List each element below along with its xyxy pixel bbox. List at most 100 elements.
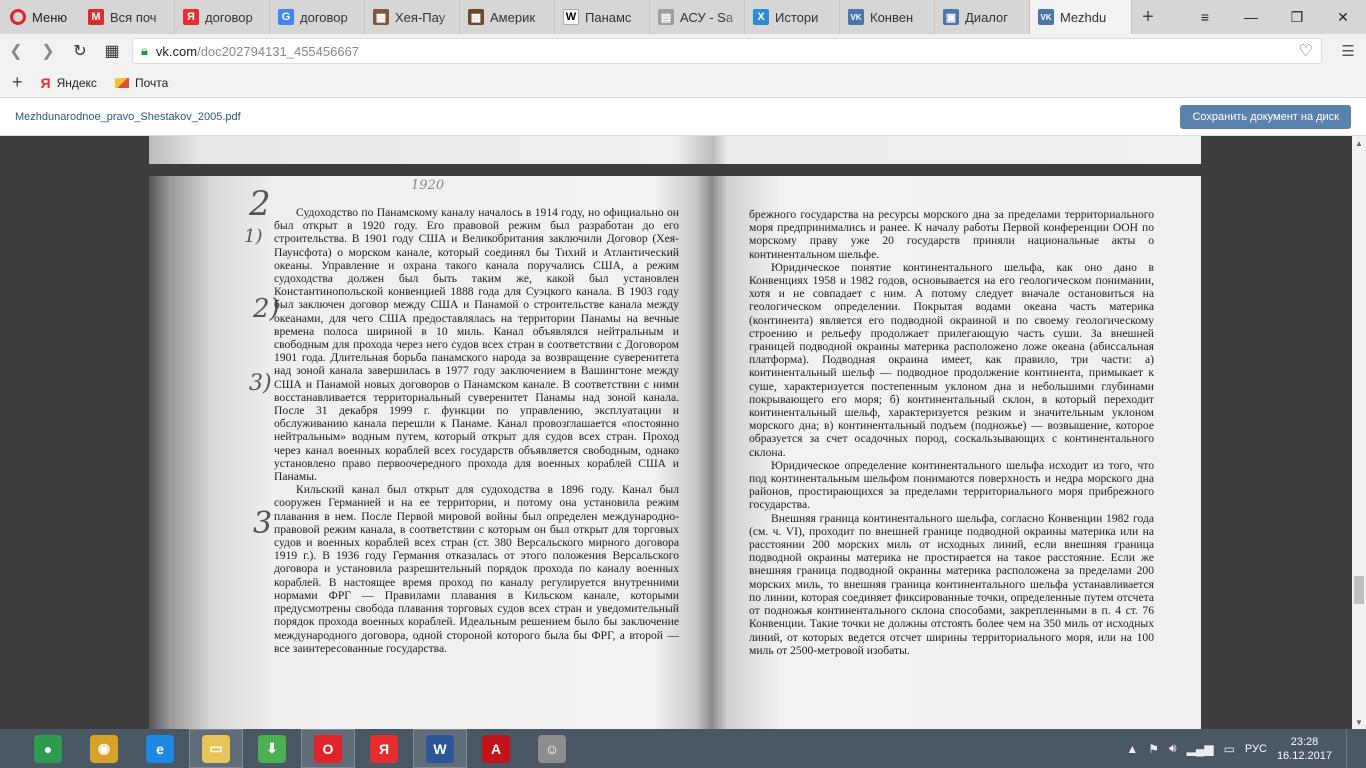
document-filename[interactable]: Mezhdunarodnoe_pravo_Shestakov_2005.pdf: [15, 111, 241, 123]
opera-logo-icon: [10, 9, 26, 25]
pdf-viewer[interactable]: 1920 2 1) 2) 3) 3 Судоходство по Панамск…: [0, 136, 1366, 729]
speed-dial-icon[interactable]: ▦: [96, 34, 128, 68]
minimize-button[interactable]: —: [1228, 0, 1274, 34]
word-icon: W: [426, 734, 454, 763]
add-bookmark-button[interactable]: +: [12, 72, 23, 93]
tab-2[interactable]: Gдоговор: [270, 0, 365, 34]
paragraph: Кильский канал был открыт для судоходств…: [274, 483, 679, 655]
left-text-column: Судоходство по Панамскому каналу началос…: [274, 206, 679, 655]
scrollbar-thumb[interactable]: [1354, 576, 1364, 604]
tab-menu-icon[interactable]: ≡: [1182, 0, 1228, 34]
close-button[interactable]: ✕: [1320, 0, 1366, 34]
tab-4[interactable]: ▦ Америк: [460, 0, 555, 34]
tab-10[interactable]: VK Mezhdu: [1030, 0, 1132, 34]
student-icon: ☺: [538, 734, 566, 763]
reload-button[interactable]: ↻: [64, 34, 96, 68]
bookmark-mail[interactable]: Почта: [114, 75, 169, 90]
volume-icon[interactable]: 🔊︎: [1169, 741, 1177, 756]
taskbar-acrobat[interactable]: A: [468, 729, 524, 768]
clock[interactable]: 23:28 16.12.2017: [1277, 735, 1332, 763]
signal-icon[interactable]: ▂▄▆: [1187, 742, 1214, 756]
bookmark-label: Яндекс: [56, 75, 97, 90]
pdf-page-previous: [149, 136, 1201, 164]
battery-icon[interactable]: ▭: [1224, 742, 1235, 756]
document-icon: ▤: [658, 9, 674, 25]
tab-0[interactable]: M Вся поч: [80, 0, 175, 34]
windows-taskbar: ● ◉ e ▭ ⬇ O Я W A ☺ ▲ ⚑ 🔊︎ ▂▄▆ ▭ РУС 23:28 16.12.…: [0, 729, 1366, 768]
vk-icon: VK: [848, 9, 864, 25]
utorrent-icon: ⬇: [258, 734, 286, 763]
url-path: /doc202794131_455456667: [197, 43, 360, 59]
tab-6[interactable]: ▤ АСУ - Sa: [650, 0, 745, 34]
bookmark-heart-icon[interactable]: ♡: [1299, 41, 1313, 61]
address-toolbar: ❮ ❯ ↻ ▦ 🔒︎ vk.com/doc202794131_455456667…: [0, 34, 1366, 68]
forward-button[interactable]: ❯: [32, 34, 64, 68]
window-controls: ≡ — ❐ ✕: [1182, 0, 1366, 34]
taskbar-ie[interactable]: e: [132, 729, 188, 768]
easy-setup-icon[interactable]: ☰: [1332, 34, 1364, 68]
language-indicator[interactable]: РУС: [1245, 743, 1267, 755]
handwritten-mark: 2: [249, 184, 271, 224]
handwritten-mark: 1): [244, 226, 263, 247]
paragraph: Судоходство по Панамскому каналу началос…: [274, 206, 679, 484]
bookmark-yandex[interactable]: Я Яндекс: [41, 75, 97, 91]
opera-icon: O: [314, 734, 342, 763]
tab-8[interactable]: VK Конвен: [840, 0, 935, 34]
address-field[interactable]: 🔒︎ vk.com/doc202794131_455456667 ♡: [132, 38, 1322, 64]
scroll-down-arrow-icon[interactable]: ▼: [1352, 715, 1366, 729]
clock-date: 16.12.2017: [1276, 749, 1332, 762]
tab-1[interactable]: Ядоговор: [175, 0, 270, 34]
taskbar-apps: ● ◉ e ▭ ⬇ O Я W A ☺: [0, 729, 580, 768]
right-text-column: брежного государства на ресурсы морского…: [749, 208, 1154, 657]
tab-strip: M Вся поч Ядоговор Gдоговор ▦ Хея-Пау ▦ Америк W…: [80, 0, 1132, 34]
acrobat-icon: A: [482, 734, 510, 763]
menu-label: Меню: [32, 9, 68, 25]
pdf-page-current: 1920 2 1) 2) 3) 3 Судоходство по Панамск…: [149, 176, 1201, 729]
tab-9[interactable]: ▣ Диалог: [935, 0, 1030, 34]
document-header: Mezhdunarodnoe_pravo_Shestakov_2005.pdf …: [0, 98, 1366, 136]
show-desktop-button[interactable]: [1346, 729, 1352, 768]
bookmark-label: Почта: [134, 75, 169, 90]
handwritten-mark: 3: [253, 506, 273, 541]
tab-3[interactable]: ▦ Хея-Пау: [365, 0, 460, 34]
network-warning-icon[interactable]: ⚑: [1148, 742, 1159, 756]
mail-icon: [114, 77, 129, 88]
taskbar-explorer[interactable]: ▭: [189, 729, 243, 768]
opera-menu-button[interactable]: Меню: [0, 0, 80, 34]
x-icon: X: [753, 9, 769, 25]
chat-icon: ▣: [943, 9, 959, 25]
paragraph: Юридическое понятие континентального шел…: [749, 260, 1154, 459]
handwritten-mark: 3): [249, 371, 272, 396]
vertical-scrollbar[interactable]: ▲ ▼: [1352, 136, 1366, 729]
taskbar-word[interactable]: W: [413, 729, 467, 768]
bookmarks-bar: + Я Яндекс Почта: [0, 68, 1366, 98]
wikipedia-icon: W: [563, 9, 579, 25]
yandex-icon: Я: [183, 9, 199, 25]
taskbar-student[interactable]: ☺: [524, 729, 580, 768]
system-tray: ▲ ⚑ 🔊︎ ▂▄▆ ▭ РУС 23:28 16.12.2017: [1126, 729, 1366, 768]
back-button[interactable]: ❮: [0, 34, 32, 68]
lock-icon: 🔒︎: [141, 43, 148, 58]
handwritten-note-year: 1920: [411, 178, 445, 193]
yandex-icon: Я: [370, 734, 398, 763]
tab-bar: Меню M Вся поч Ядоговор Gдоговор ▦ Хея-Пау ▦ Ам…: [0, 0, 1366, 34]
taskbar-chrome[interactable]: ●: [20, 729, 76, 768]
image-icon: ▦: [373, 9, 389, 25]
taskbar-opera[interactable]: O: [301, 729, 355, 768]
maximize-button[interactable]: ❐: [1274, 0, 1320, 34]
paragraph: брежного государства на ресурсы морского…: [749, 208, 1154, 261]
taskbar-utorrent[interactable]: ⬇: [244, 729, 300, 768]
show-hidden-icons-icon[interactable]: ▲: [1126, 742, 1138, 756]
yandex-icon: Я: [40, 74, 51, 91]
picasa-icon: ◉: [90, 734, 118, 763]
clock-time: 23:28: [1290, 735, 1319, 748]
google-icon: G: [278, 9, 294, 25]
new-tab-button[interactable]: +: [1132, 0, 1164, 34]
tab-5[interactable]: W Панамс: [555, 0, 650, 34]
taskbar-picasa[interactable]: ◉: [76, 729, 132, 768]
scroll-up-arrow-icon[interactable]: ▲: [1352, 136, 1366, 150]
taskbar-yandex[interactable]: Я: [356, 729, 412, 768]
tab-7[interactable]: X Истори: [745, 0, 840, 34]
vk-icon: VK: [1038, 9, 1054, 25]
save-document-button[interactable]: Сохранить документ на диск: [1180, 104, 1351, 129]
